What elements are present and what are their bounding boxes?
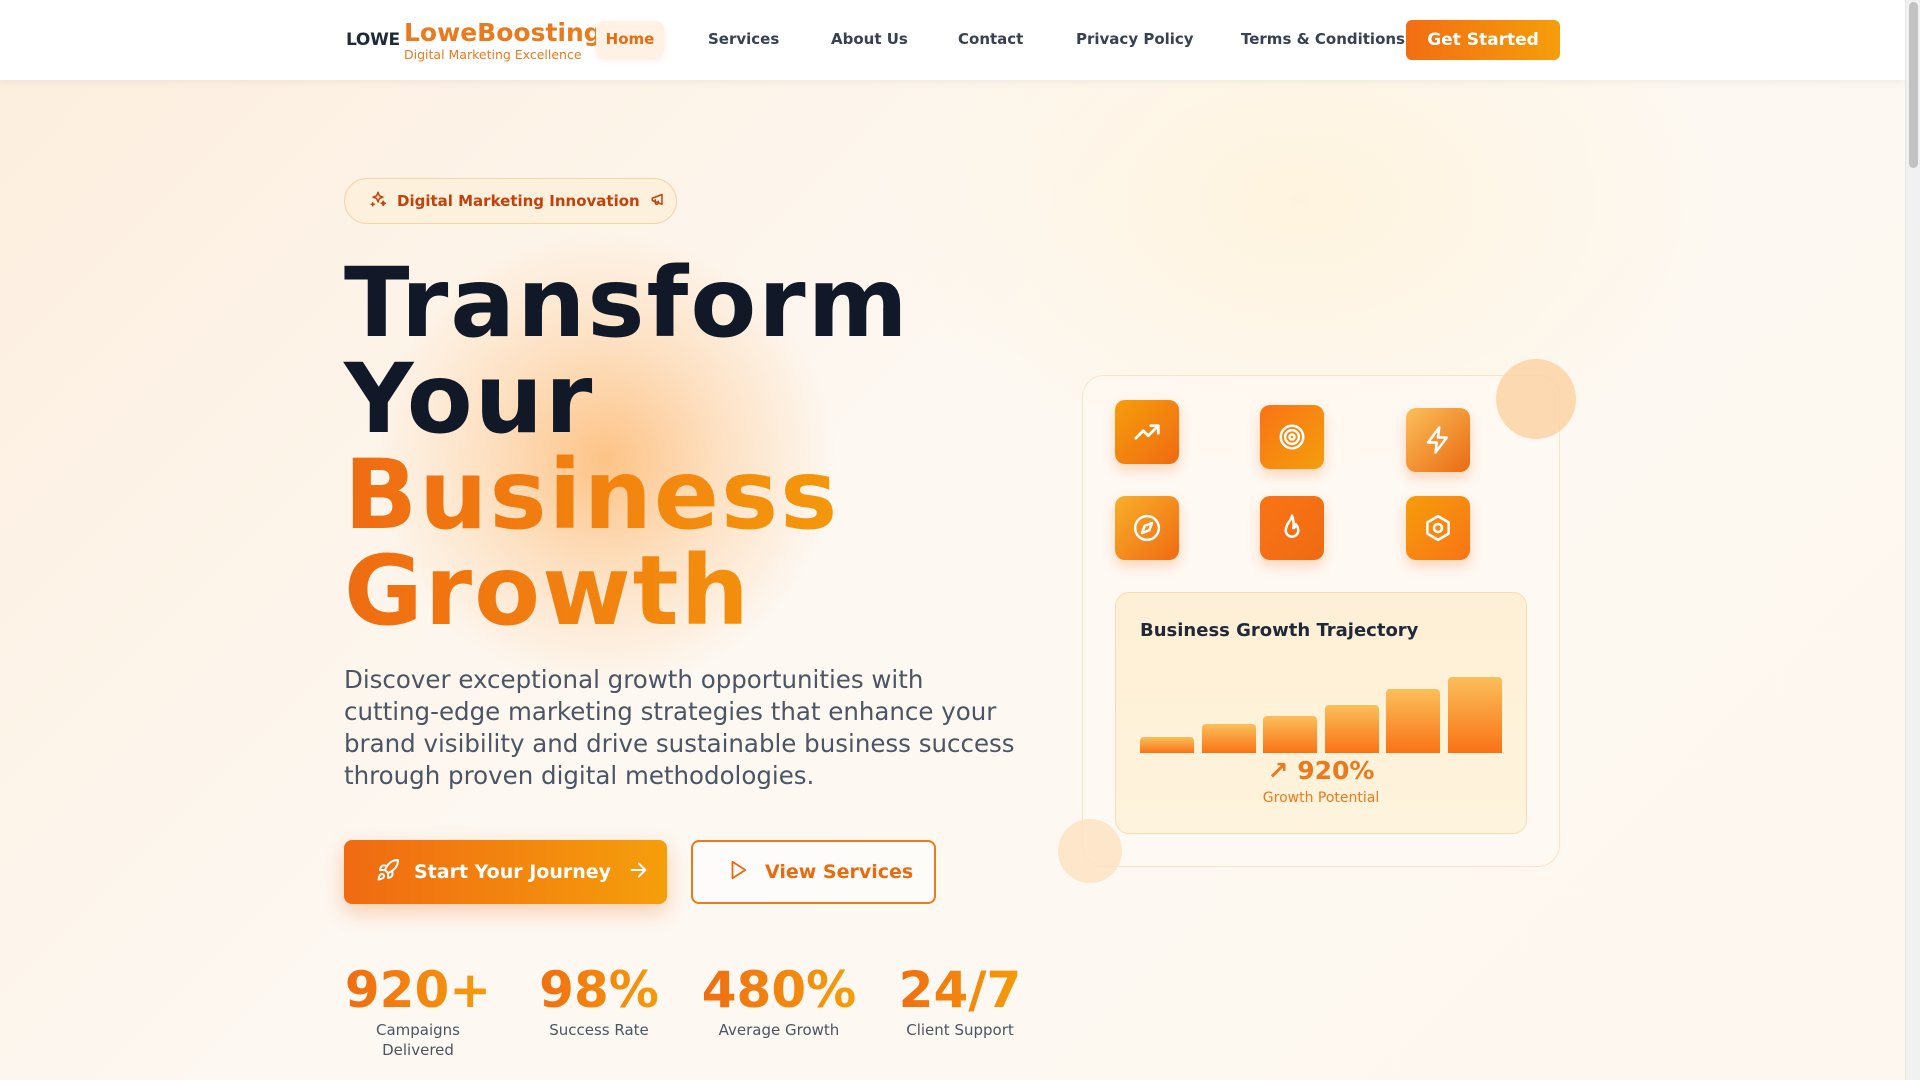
view-services-button[interactable]: View Services xyxy=(691,840,936,904)
trending-up-icon xyxy=(1115,400,1179,464)
megaphone-icon xyxy=(650,190,668,212)
top-navbar: LOWE LoweBoosting Digital Marketing Exce… xyxy=(0,0,1905,80)
chart-title: Business Growth Trajectory xyxy=(1140,620,1419,641)
stat-value: 480% xyxy=(701,961,857,1019)
stat-label: Client Support xyxy=(906,1021,1014,1039)
stat-client-support: 24/7 Client Support xyxy=(892,962,1028,1040)
nav-link-services[interactable]: Services xyxy=(708,30,779,48)
sparkles-icon xyxy=(369,190,387,212)
stat-label: Average Growth xyxy=(718,1021,840,1039)
stat-campaigns: 920+ Campaigns Delivered xyxy=(344,962,492,1060)
scrollbar-thumb[interactable] xyxy=(1909,2,1918,168)
chart-bar xyxy=(1448,677,1502,753)
page-scrollbar[interactable] xyxy=(1905,0,1920,1080)
chart-bar xyxy=(1263,716,1318,753)
hero-background xyxy=(0,0,1920,1080)
start-journey-button[interactable]: Start Your Journey xyxy=(344,840,667,904)
decorative-circle xyxy=(1496,359,1576,439)
stat-value: 920+ xyxy=(344,961,492,1019)
rocket-icon xyxy=(376,858,400,887)
stat-label: Campaigns Delivered xyxy=(375,1021,460,1059)
nav-link-home[interactable]: Home xyxy=(596,21,664,57)
chart-bar xyxy=(1140,737,1194,753)
target-icon xyxy=(1260,405,1324,469)
zap-icon xyxy=(1406,408,1470,472)
stat-average-growth: 480% Average Growth xyxy=(700,962,858,1040)
stat-value: 98% xyxy=(530,962,668,1018)
hero-title-line-3: Business xyxy=(344,447,910,543)
badge-label: Digital Marketing Innovation xyxy=(397,192,640,210)
growth-value: ↗ 920% xyxy=(1267,756,1375,785)
nav-link-about-us[interactable]: About Us xyxy=(831,30,908,48)
growth-chart: Business Growth Trajectory ↗ 920% Growth… xyxy=(1115,592,1527,834)
stat-label: Success Rate xyxy=(549,1021,649,1039)
get-started-button[interactable]: Get Started xyxy=(1406,20,1560,60)
stat-success-rate: 98% Success Rate xyxy=(530,962,668,1040)
stat-value: 24/7 xyxy=(892,962,1028,1018)
chart-bar xyxy=(1386,689,1441,753)
hexagon-icon xyxy=(1406,496,1470,560)
compass-icon xyxy=(1115,496,1179,560)
brand-name[interactable]: LoweBoosting xyxy=(404,18,602,47)
play-icon xyxy=(727,859,749,886)
hero-title-line-4: Growth xyxy=(344,543,910,639)
growth-label: Growth Potential xyxy=(1262,790,1380,806)
hero-title-line-1: Transform xyxy=(344,247,910,359)
arrow-right-icon xyxy=(627,859,649,886)
chart-bars xyxy=(1140,667,1502,753)
chart-bar xyxy=(1201,724,1256,753)
chart-bar xyxy=(1324,705,1379,753)
logo-mark[interactable]: LOWE xyxy=(346,30,400,50)
brand-tagline: Digital Marketing Excellence xyxy=(404,47,582,62)
innovation-badge: Digital Marketing Innovation xyxy=(344,178,677,224)
hero-title-line-2: Your xyxy=(344,343,595,455)
flame-icon xyxy=(1260,496,1324,560)
view-services-label: View Services xyxy=(765,861,914,883)
nav-link-contact[interactable]: Contact xyxy=(958,30,1023,48)
nav-link-terms[interactable]: Terms & Conditions xyxy=(1241,30,1405,48)
nav-link-privacy-policy[interactable]: Privacy Policy xyxy=(1076,30,1194,48)
start-journey-label: Start Your Journey xyxy=(414,861,612,883)
hero-description: Discover exceptional growth opportunitie… xyxy=(344,665,1015,790)
decorative-circle xyxy=(1058,819,1122,883)
hero-title: Transform Your Business Growth xyxy=(344,255,910,639)
